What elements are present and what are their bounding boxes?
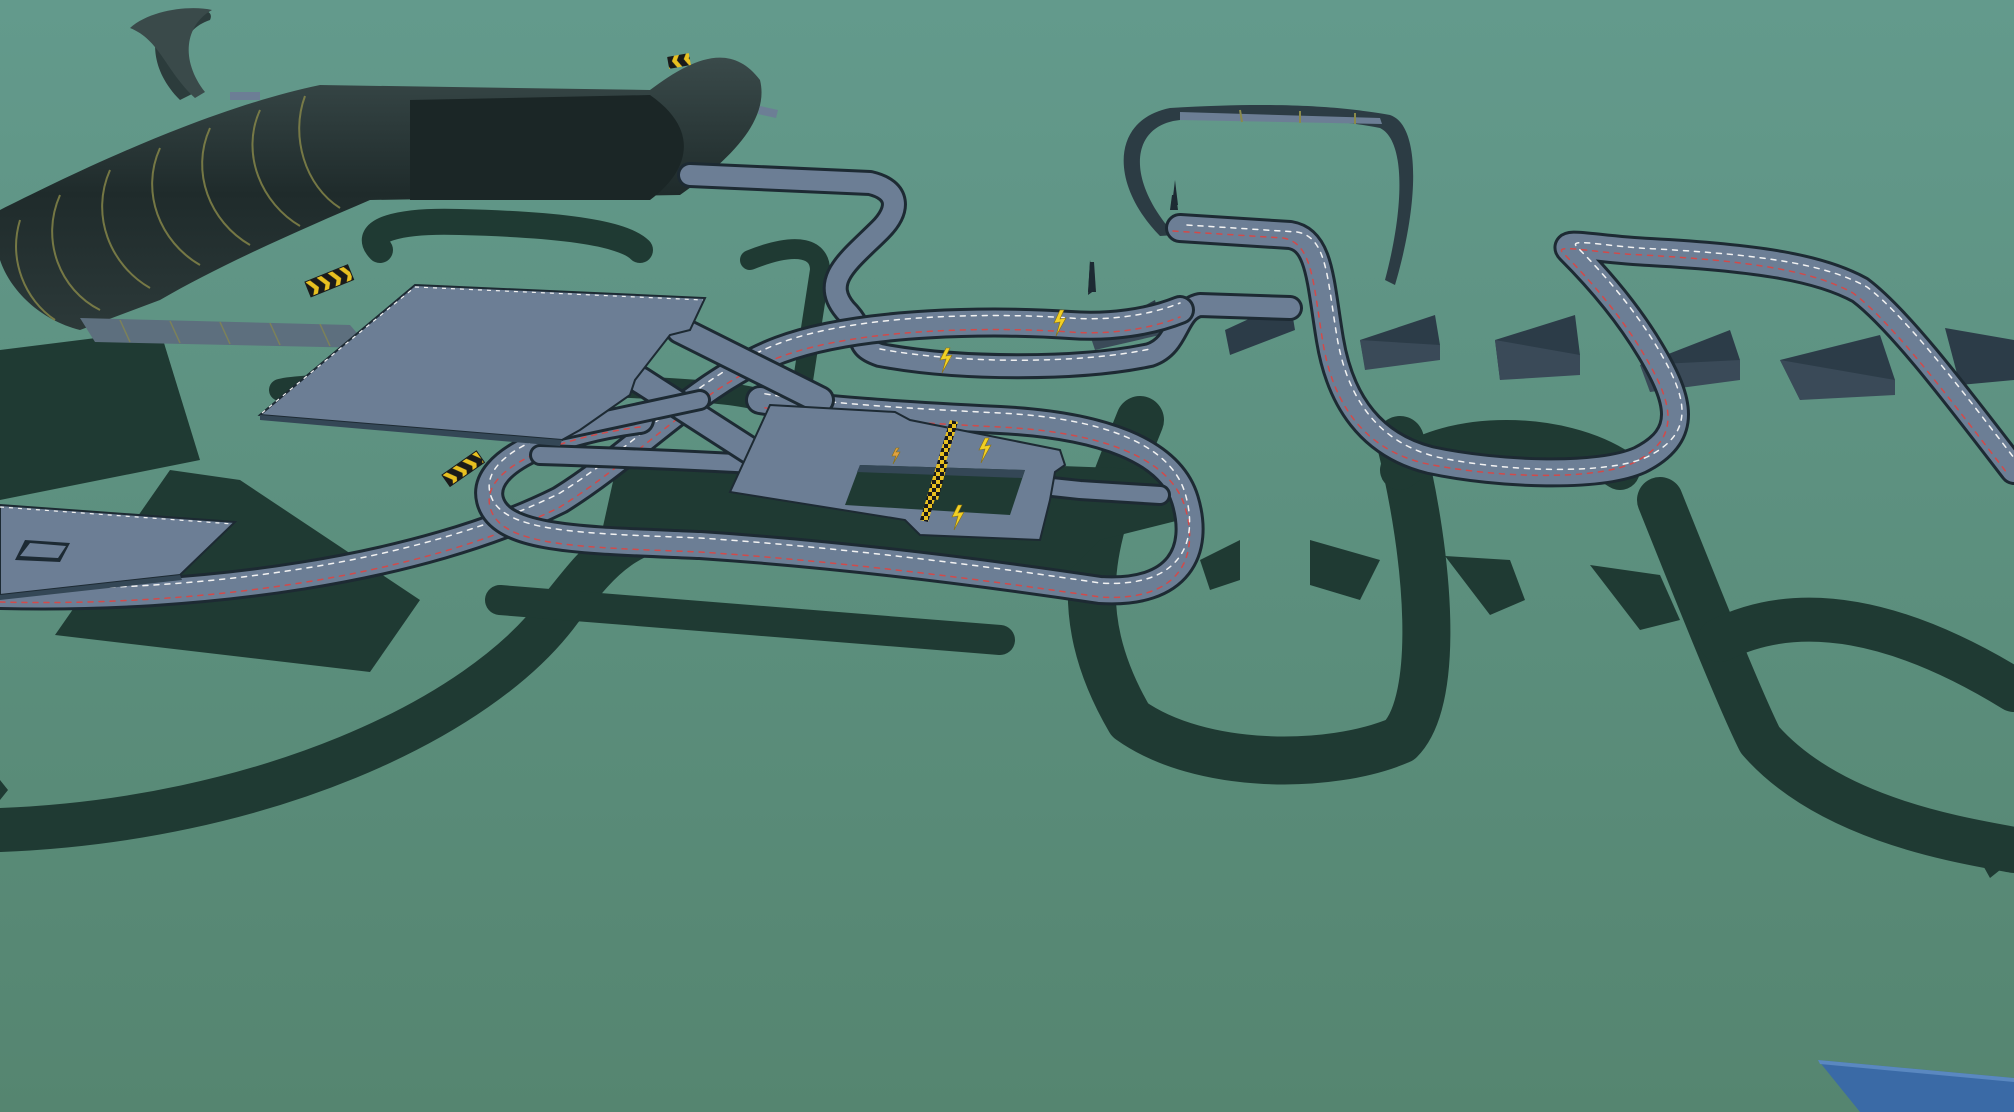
race-track-scene bbox=[0, 0, 2014, 1112]
